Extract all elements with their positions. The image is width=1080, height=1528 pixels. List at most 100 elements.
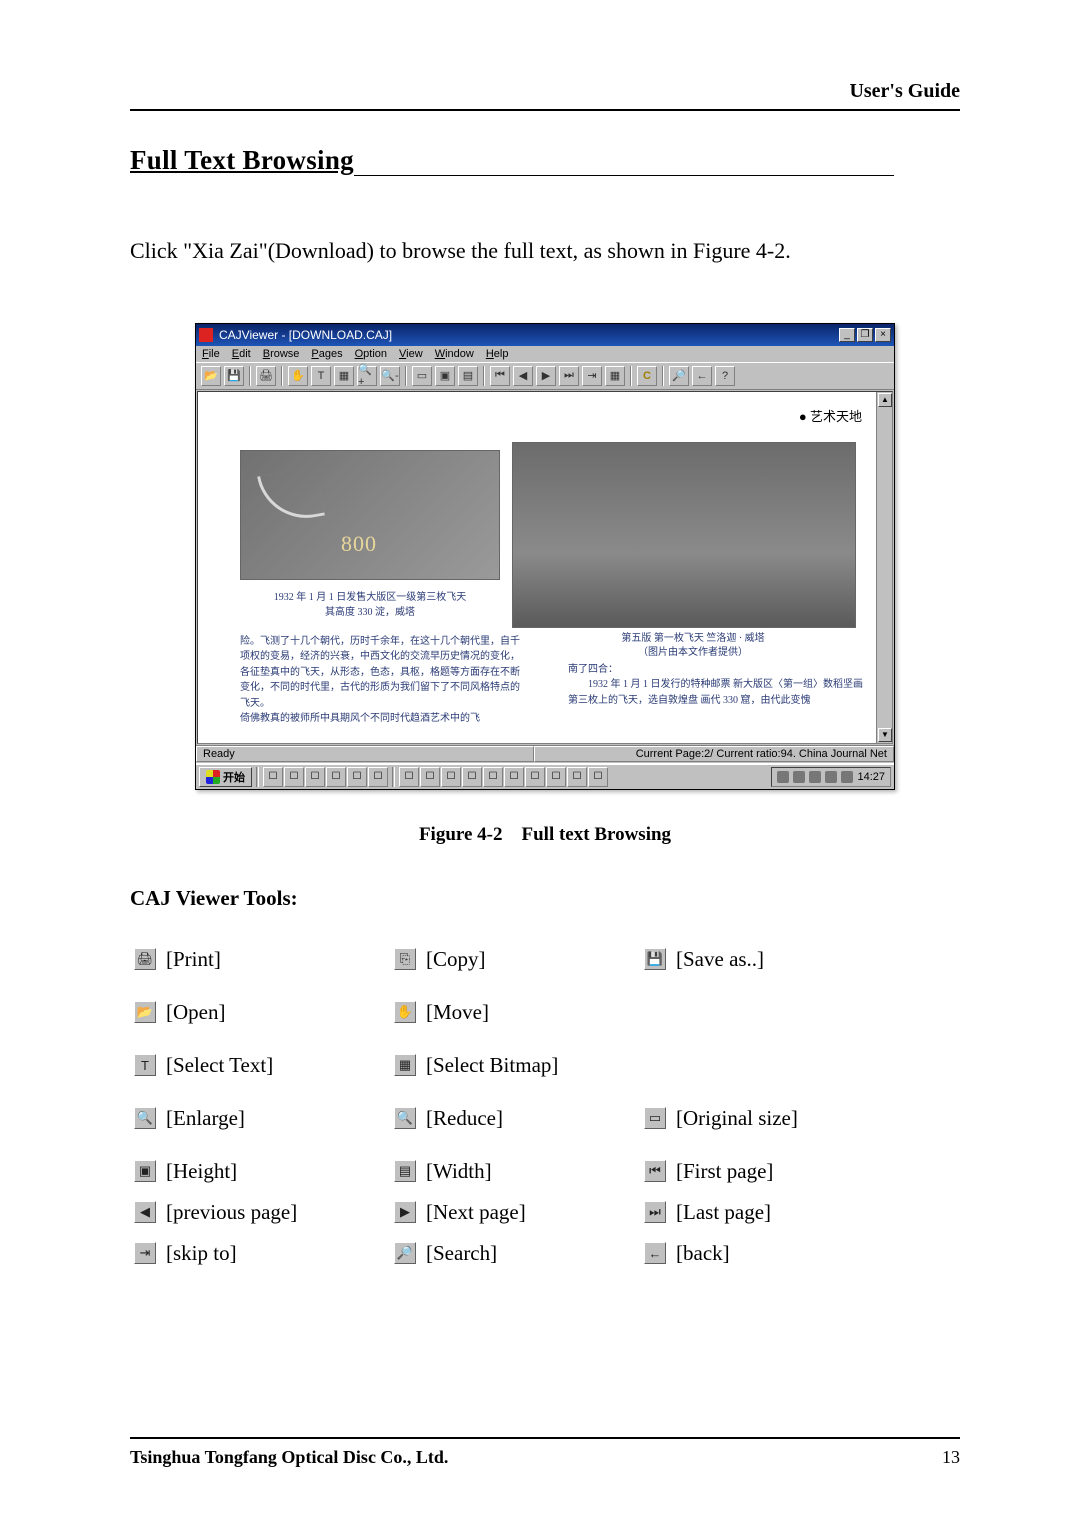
tb-prev-icon[interactable]: ◀ <box>513 366 533 386</box>
tb-original-icon[interactable]: ▭ <box>412 366 432 386</box>
ql-icon[interactable]: ☐ <box>347 767 367 787</box>
menu-help[interactable]: Help <box>486 348 509 360</box>
start-button[interactable]: 开始 <box>199 767 252 787</box>
tb-width-icon[interactable]: ▤ <box>458 366 478 386</box>
tb-move-icon[interactable]: ✋ <box>288 366 308 386</box>
tb-next-icon[interactable]: ▶ <box>536 366 556 386</box>
tool-selbmp: [Select Bitmap] <box>426 1053 558 1078</box>
select-text-icon: T <box>134 1054 156 1076</box>
tool-print: [Print] <box>166 947 221 972</box>
document-viewport[interactable]: 艺术天地 800 1932 年 1 月 1 日发售大版区一级第三枚飞天 其高度 … <box>197 391 893 744</box>
footer: Tsinghua Tongfang Optical Disc Co., Ltd.… <box>130 1437 960 1468</box>
menu-browse[interactable]: Browse <box>263 348 300 360</box>
tb-save-icon[interactable]: 💾 <box>224 366 244 386</box>
tray-icon[interactable] <box>793 771 805 783</box>
tb-search-icon[interactable]: 🔎 <box>669 366 689 386</box>
para-right: 南了四合： 1932 年 1 月 1 日发行的特种邮票 新大版区〈第一组〉数稻坚… <box>568 662 868 709</box>
ql-icon[interactable]: ☐ <box>284 767 304 787</box>
copy-icon: ⎘ <box>394 948 416 970</box>
tb-first-icon[interactable]: ⏮ <box>490 366 510 386</box>
task-icon[interactable]: ☐ <box>420 767 440 787</box>
tb-zoom-out-icon[interactable]: 🔍- <box>380 366 400 386</box>
tray-icon[interactable] <box>777 771 789 783</box>
scroll-down-icon[interactable]: ▼ <box>878 728 892 742</box>
tool-reduce: [Reduce] <box>426 1106 503 1131</box>
tools-heading: CAJ Viewer Tools: <box>130 886 960 911</box>
menu-option[interactable]: Option <box>355 348 387 360</box>
tb-last-icon[interactable]: ⏭ <box>559 366 579 386</box>
footer-page: 13 <box>942 1447 960 1468</box>
photo-left: 800 <box>240 450 500 580</box>
tb-grid-icon[interactable]: ▦ <box>605 366 625 386</box>
last-page-icon: ⏭ <box>644 1201 666 1223</box>
tb-back-icon[interactable]: ← <box>692 366 712 386</box>
prev-page-icon: ◀ <box>134 1201 156 1223</box>
height-icon: ▣ <box>134 1160 156 1182</box>
photo-logo: 800 <box>341 531 377 557</box>
caption-left: 1932 年 1 月 1 日发售大版区一级第三枚飞天 其高度 330 淀，威塔 <box>240 590 500 620</box>
tb-zoom-in-icon[interactable]: 🔍+ <box>357 366 377 386</box>
tray-icon[interactable] <box>841 771 853 783</box>
photo-right <box>512 442 856 628</box>
ql-icon[interactable]: ☐ <box>326 767 346 787</box>
tb-print-icon[interactable]: 🖨 <box>256 366 276 386</box>
first-page-icon: ⏮ <box>644 1160 666 1182</box>
tray-icon[interactable] <box>809 771 821 783</box>
ql-icon[interactable]: ☐ <box>305 767 325 787</box>
menu-pages[interactable]: Pages <box>311 348 342 360</box>
scroll-up-icon[interactable]: ▲ <box>878 393 892 407</box>
tb-height-icon[interactable]: ▣ <box>435 366 455 386</box>
minimize-button[interactable]: _ <box>839 328 855 342</box>
section-title-text: Full Text Browsing <box>130 145 354 175</box>
taskbar: 开始 ☐ ☐ ☐ ☐ ☐ ☐ ☐ ☐ ☐ ☐ ☐ ☐ <box>196 763 894 789</box>
tb-select-bitmap-icon[interactable]: ▦ <box>334 366 354 386</box>
task-buttons: ☐ ☐ ☐ ☐ ☐ ☐ ☐ ☐ ☐ ☐ <box>399 767 608 787</box>
tool-first: [First page] <box>676 1159 773 1184</box>
menu-window[interactable]: Window <box>435 348 474 360</box>
tools-grid: 🖨[Print] ⎘[Copy] 💾[Save as..] 📂[Open] ✋[… <box>134 947 960 1184</box>
maximize-button[interactable]: ❐ <box>857 328 873 342</box>
para-left: 险。飞测了十几个朝代，历时千余年，在这十几个朝代里，自千项权的变易，经济的兴衰，… <box>240 634 520 727</box>
windows-flag-icon <box>206 770 220 784</box>
intro-paragraph: Click "Xia Zai"(Download) to browse the … <box>130 236 960 267</box>
print-icon: 🖨 <box>134 948 156 970</box>
cajviewer-window: CAJViewer - [DOWNLOAD.CAJ] _ ❐ × File Ed… <box>195 323 895 790</box>
tool-saveas: [Save as..] <box>676 947 764 972</box>
tool-skip: [skip to] <box>166 1241 237 1266</box>
task-icon[interactable]: ☐ <box>525 767 545 787</box>
task-icon[interactable]: ☐ <box>483 767 503 787</box>
quick-launch: ☐ ☐ ☐ ☐ ☐ ☐ <box>263 767 388 787</box>
task-icon[interactable]: ☐ <box>399 767 419 787</box>
ql-icon[interactable]: ☐ <box>263 767 283 787</box>
menu-file[interactable]: File <box>202 348 220 360</box>
task-icon[interactable]: ☐ <box>567 767 587 787</box>
task-icon[interactable]: ☐ <box>588 767 608 787</box>
toolbar: 📂 💾 🖨 ✋ T ▦ 🔍+ 🔍- ▭ ▣ ▤ ⏮ ◀ ▶ ⏭ ⇥ <box>196 362 894 390</box>
tb-open-icon[interactable]: 📂 <box>201 366 221 386</box>
vertical-scrollbar[interactable]: ▲ ▼ <box>876 392 892 743</box>
task-icon[interactable]: ☐ <box>462 767 482 787</box>
window-title: CAJViewer - [DOWNLOAD.CAJ] <box>219 328 839 342</box>
tool-seltext: [Select Text] <box>166 1053 273 1078</box>
back-icon: ← <box>644 1242 666 1264</box>
ql-icon[interactable]: ☐ <box>368 767 388 787</box>
tb-help-icon[interactable]: ? <box>715 366 735 386</box>
original-icon: ▭ <box>644 1107 666 1129</box>
menu-edit[interactable]: Edit <box>232 348 251 360</box>
tb-select-text-icon[interactable]: T <box>311 366 331 386</box>
select-bitmap-icon: ▦ <box>394 1054 416 1076</box>
task-icon[interactable]: ☐ <box>546 767 566 787</box>
tool-copy: [Copy] <box>426 947 486 972</box>
tray-icon[interactable] <box>825 771 837 783</box>
tb-skip-icon[interactable]: ⇥ <box>582 366 602 386</box>
menubar: File Edit Browse Pages Option View Windo… <box>196 346 894 362</box>
tool-back: [back] <box>676 1241 730 1266</box>
tb-c-icon[interactable]: C <box>637 366 657 386</box>
tool-move: [Move] <box>426 1000 489 1025</box>
figure-wrap: CAJViewer - [DOWNLOAD.CAJ] _ ❐ × File Ed… <box>130 323 960 790</box>
move-icon: ✋ <box>394 1001 416 1023</box>
menu-view[interactable]: View <box>399 348 423 360</box>
task-icon[interactable]: ☐ <box>441 767 461 787</box>
task-icon[interactable]: ☐ <box>504 767 524 787</box>
close-button[interactable]: × <box>875 328 891 342</box>
